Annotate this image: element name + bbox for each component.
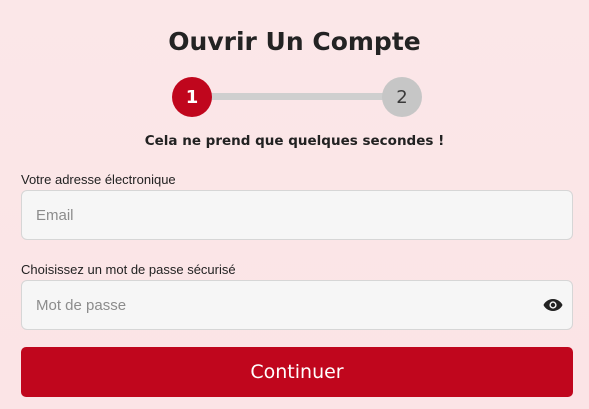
email-field[interactable] <box>22 191 572 239</box>
email-field-container <box>21 190 573 240</box>
page-title: Ouvrir Un Compte <box>168 27 421 56</box>
stepper-connector <box>192 93 402 100</box>
continue-button[interactable]: Continuer <box>21 347 573 397</box>
password-field[interactable] <box>22 281 572 329</box>
page-subtitle: Cela ne prend que quelques secondes ! <box>144 133 445 149</box>
password-label: Choisissez un mot de passe sécurisé <box>21 262 236 277</box>
password-field-container <box>21 280 573 330</box>
progress-stepper: 1 2 <box>172 77 422 117</box>
email-label: Votre adresse électronique <box>21 172 176 187</box>
step-2-indicator: 2 <box>382 77 422 117</box>
step-1-indicator: 1 <box>172 77 212 117</box>
eye-icon[interactable] <box>543 296 563 314</box>
